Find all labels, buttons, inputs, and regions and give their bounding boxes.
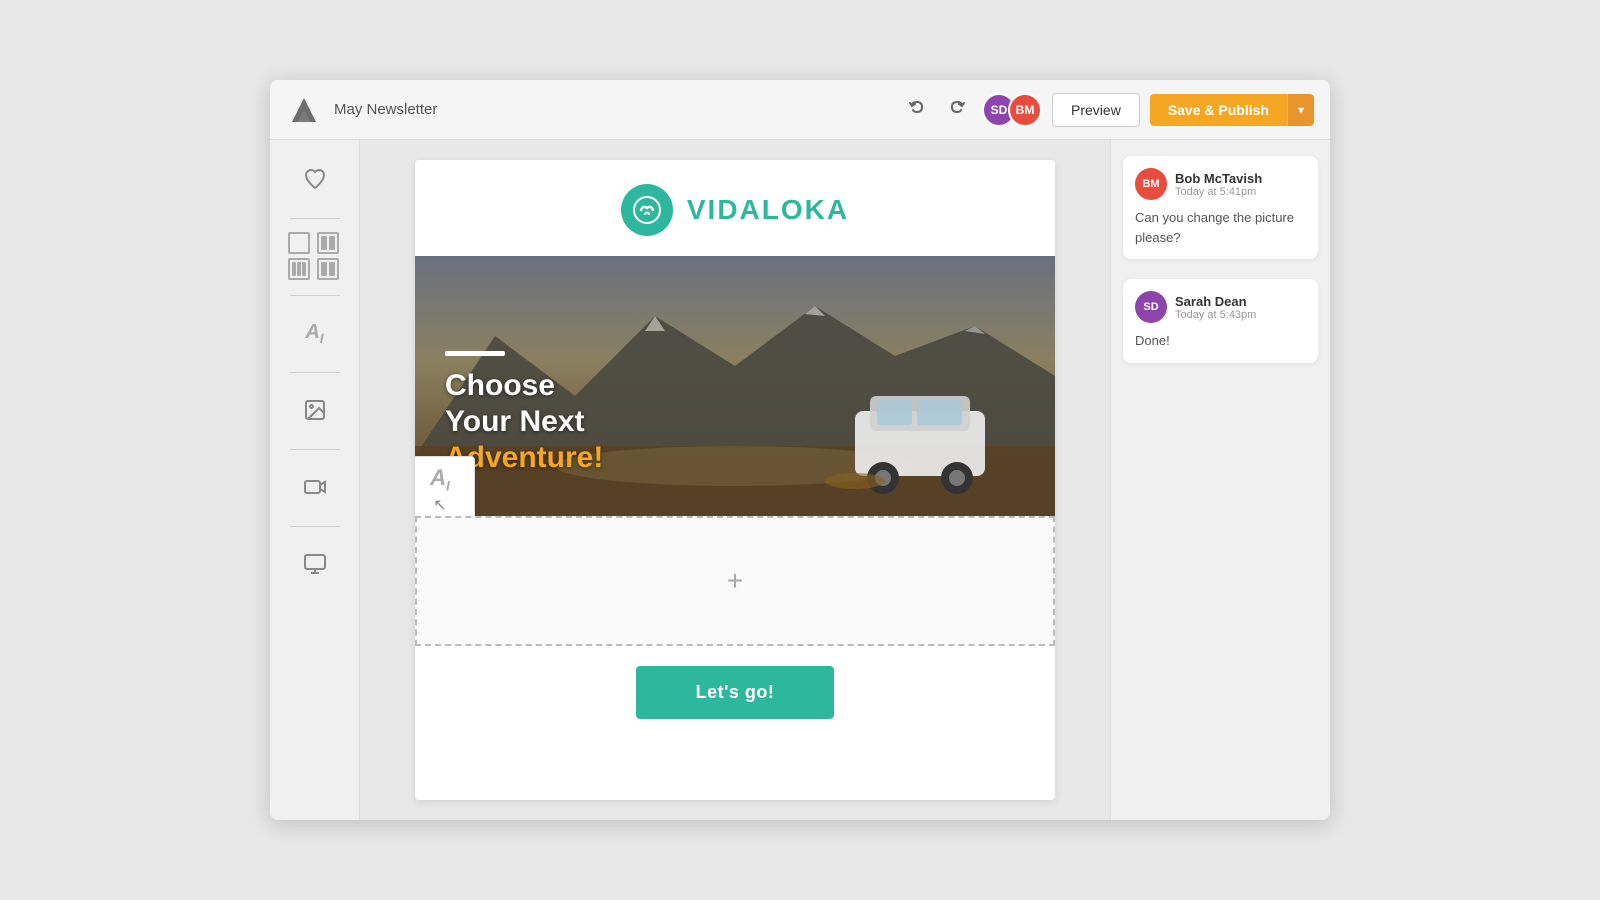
sidebar-divider-5 [290,526,340,527]
comment-header-sd: SD Sarah Dean Today at 5:43pm [1135,291,1306,323]
cta-section: Let's go! [415,646,1055,739]
content-drop-zone[interactable]: + [415,516,1055,646]
comment-author-bm: Bob McTavish [1175,171,1262,186]
undo-button[interactable] [902,94,932,125]
comment-avatar-sd: SD [1135,291,1167,323]
add-content-icon: + [727,565,743,597]
comment-item-bm: BM Bob McTavish Today at 5:41pm Can you … [1123,156,1318,259]
main-area: AI [270,140,1330,820]
sidebar-divider-3 [290,372,340,373]
sidebar-divider-2 [290,295,340,296]
email-brand-header: VIDALOKA [415,160,1055,256]
comment-avatar-bm: BM [1135,168,1167,200]
comment-time-bm: Today at 5:41pm [1175,186,1262,198]
hero-accent-bar [445,351,505,356]
sidebar-item-social[interactable] [288,537,342,591]
text-icon-label: AI [305,322,323,345]
sidebar-divider-4 [290,449,340,450]
left-sidebar: AI [270,140,360,820]
floating-ai-element[interactable]: AI ↖ [415,456,475,516]
comment-time-sd: Today at 5:43pm [1175,309,1256,321]
brand-logo-circle [621,184,673,236]
redo-button[interactable] [942,94,972,125]
comment-author-sd: Sarah Dean [1175,294,1256,309]
comment-meta-bm: Bob McTavish Today at 5:41pm [1175,171,1262,198]
comment-header-bm: BM Bob McTavish Today at 5:41pm [1135,168,1306,200]
ai-element-label: AI [430,467,450,492]
comment-meta-sd: Sarah Dean Today at 5:43pm [1175,294,1256,321]
comment-text-bm: Can you change the picture please? [1135,208,1306,247]
sidebar-item-favorites[interactable] [288,152,342,206]
save-publish-button[interactable]: Save & Publish [1150,94,1287,126]
header-actions: SD BM Preview Save & Publish ▾ [902,93,1314,127]
comment-text-sd: Done! [1135,331,1306,351]
brand-name: VIDALOKA [687,194,849,226]
sidebar-divider-1 [290,218,340,219]
collaborator-avatars: SD BM [982,93,1042,127]
cta-button[interactable]: Let's go! [636,666,835,719]
comment-item-sd: SD Sarah Dean Today at 5:43pm Done! [1123,279,1318,363]
preview-button[interactable]: Preview [1052,93,1140,127]
logo-icon [286,92,322,128]
app-window: May Newsletter SD BM Preview Save & [270,80,1330,820]
cursor-icon: ↖ [433,495,446,515]
save-publish-dropdown[interactable]: ▾ [1287,94,1314,126]
sidebar-item-text[interactable]: AI [288,306,342,360]
header: May Newsletter SD BM Preview Save & [270,80,1330,140]
sidebar-item-layout-grid[interactable] [288,229,342,283]
sidebar-item-image[interactable] [288,383,342,437]
email-canvas: VIDALOKA [415,160,1055,800]
avatar-bm[interactable]: BM [1008,93,1042,127]
save-publish-group: Save & Publish ▾ [1150,94,1314,126]
document-title: May Newsletter [334,101,890,118]
comments-panel: BM Bob McTavish Today at 5:41pm Can you … [1110,140,1330,820]
hero-image: Choose Your Next Adventure! AI ↖ [415,256,1055,516]
sidebar-item-video[interactable] [288,460,342,514]
canvas-area[interactable]: VIDALOKA [360,140,1110,820]
